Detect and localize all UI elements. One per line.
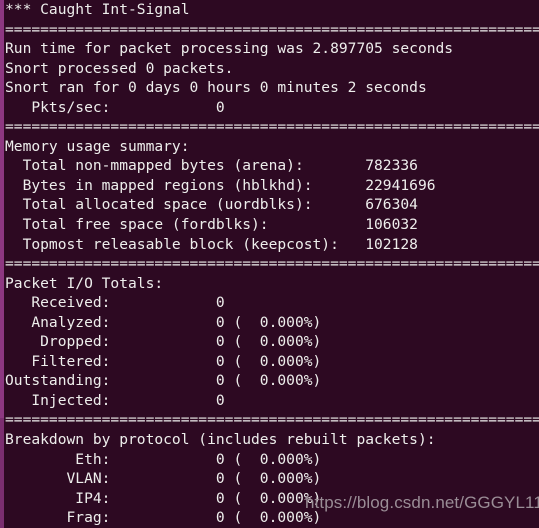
terminal-line: Pkts/sec: 0 [5, 98, 225, 116]
terminal-line: Eth: 0 ( 0.000%) [5, 450, 322, 468]
terminal-line: Breakdown by protocol (includes rebuilt … [5, 431, 436, 449]
terminal-line: ========================================… [5, 20, 539, 38]
terminal-line: Dropped: 0 ( 0.000%) [5, 333, 322, 351]
terminal-line: Received: 0 [5, 294, 225, 312]
terminal-line: Topmost releasable block (keepcost): 102… [5, 235, 418, 253]
terminal-output[interactable]: *** Caught Int-Signal ===================… [5, 0, 539, 528]
terminal-line: Run time for packet processing was 2.897… [5, 40, 454, 58]
terminal-line: Bytes in mapped regions (hblkhd): 229416… [5, 176, 436, 194]
terminal-line: *** Caught Int-Signal [5, 1, 190, 18]
terminal-line: ========================================… [5, 411, 539, 429]
terminal-line: Frag: 0 ( 0.000%) [5, 509, 322, 527]
terminal-line: Total allocated space (uordblks): 676304 [5, 196, 418, 214]
terminal-line: Total non-mmapped bytes (arena): 782336 [5, 157, 418, 175]
terminal-window: *** Caught Int-Signal ===================… [0, 0, 539, 528]
terminal-line: Snort processed 0 packets. [5, 59, 234, 77]
terminal-line: Packet I/O Totals: [5, 274, 164, 292]
terminal-line: VLAN: 0 ( 0.000%) [5, 470, 322, 488]
terminal-line: IP4: 0 ( 0.000%) [5, 489, 322, 507]
terminal-line: Injected: 0 [5, 391, 225, 409]
terminal-line: Outstanding: 0 ( 0.000%) [5, 372, 322, 390]
terminal-line: Memory usage summary: [5, 137, 190, 155]
terminal-line: Analyzed: 0 ( 0.000%) [5, 313, 322, 331]
terminal-line: Filtered: 0 ( 0.000%) [5, 352, 322, 370]
scrollbar-thumb[interactable] [0, 0, 4, 418]
terminal-line: Total free space (fordblks): 106032 [5, 216, 418, 234]
terminal-scrollbar[interactable] [0, 0, 4, 528]
terminal-line: ========================================… [5, 118, 539, 136]
terminal-line: Snort ran for 0 days 0 hours 0 minutes 2… [5, 79, 427, 97]
terminal-line: ========================================… [5, 255, 539, 273]
